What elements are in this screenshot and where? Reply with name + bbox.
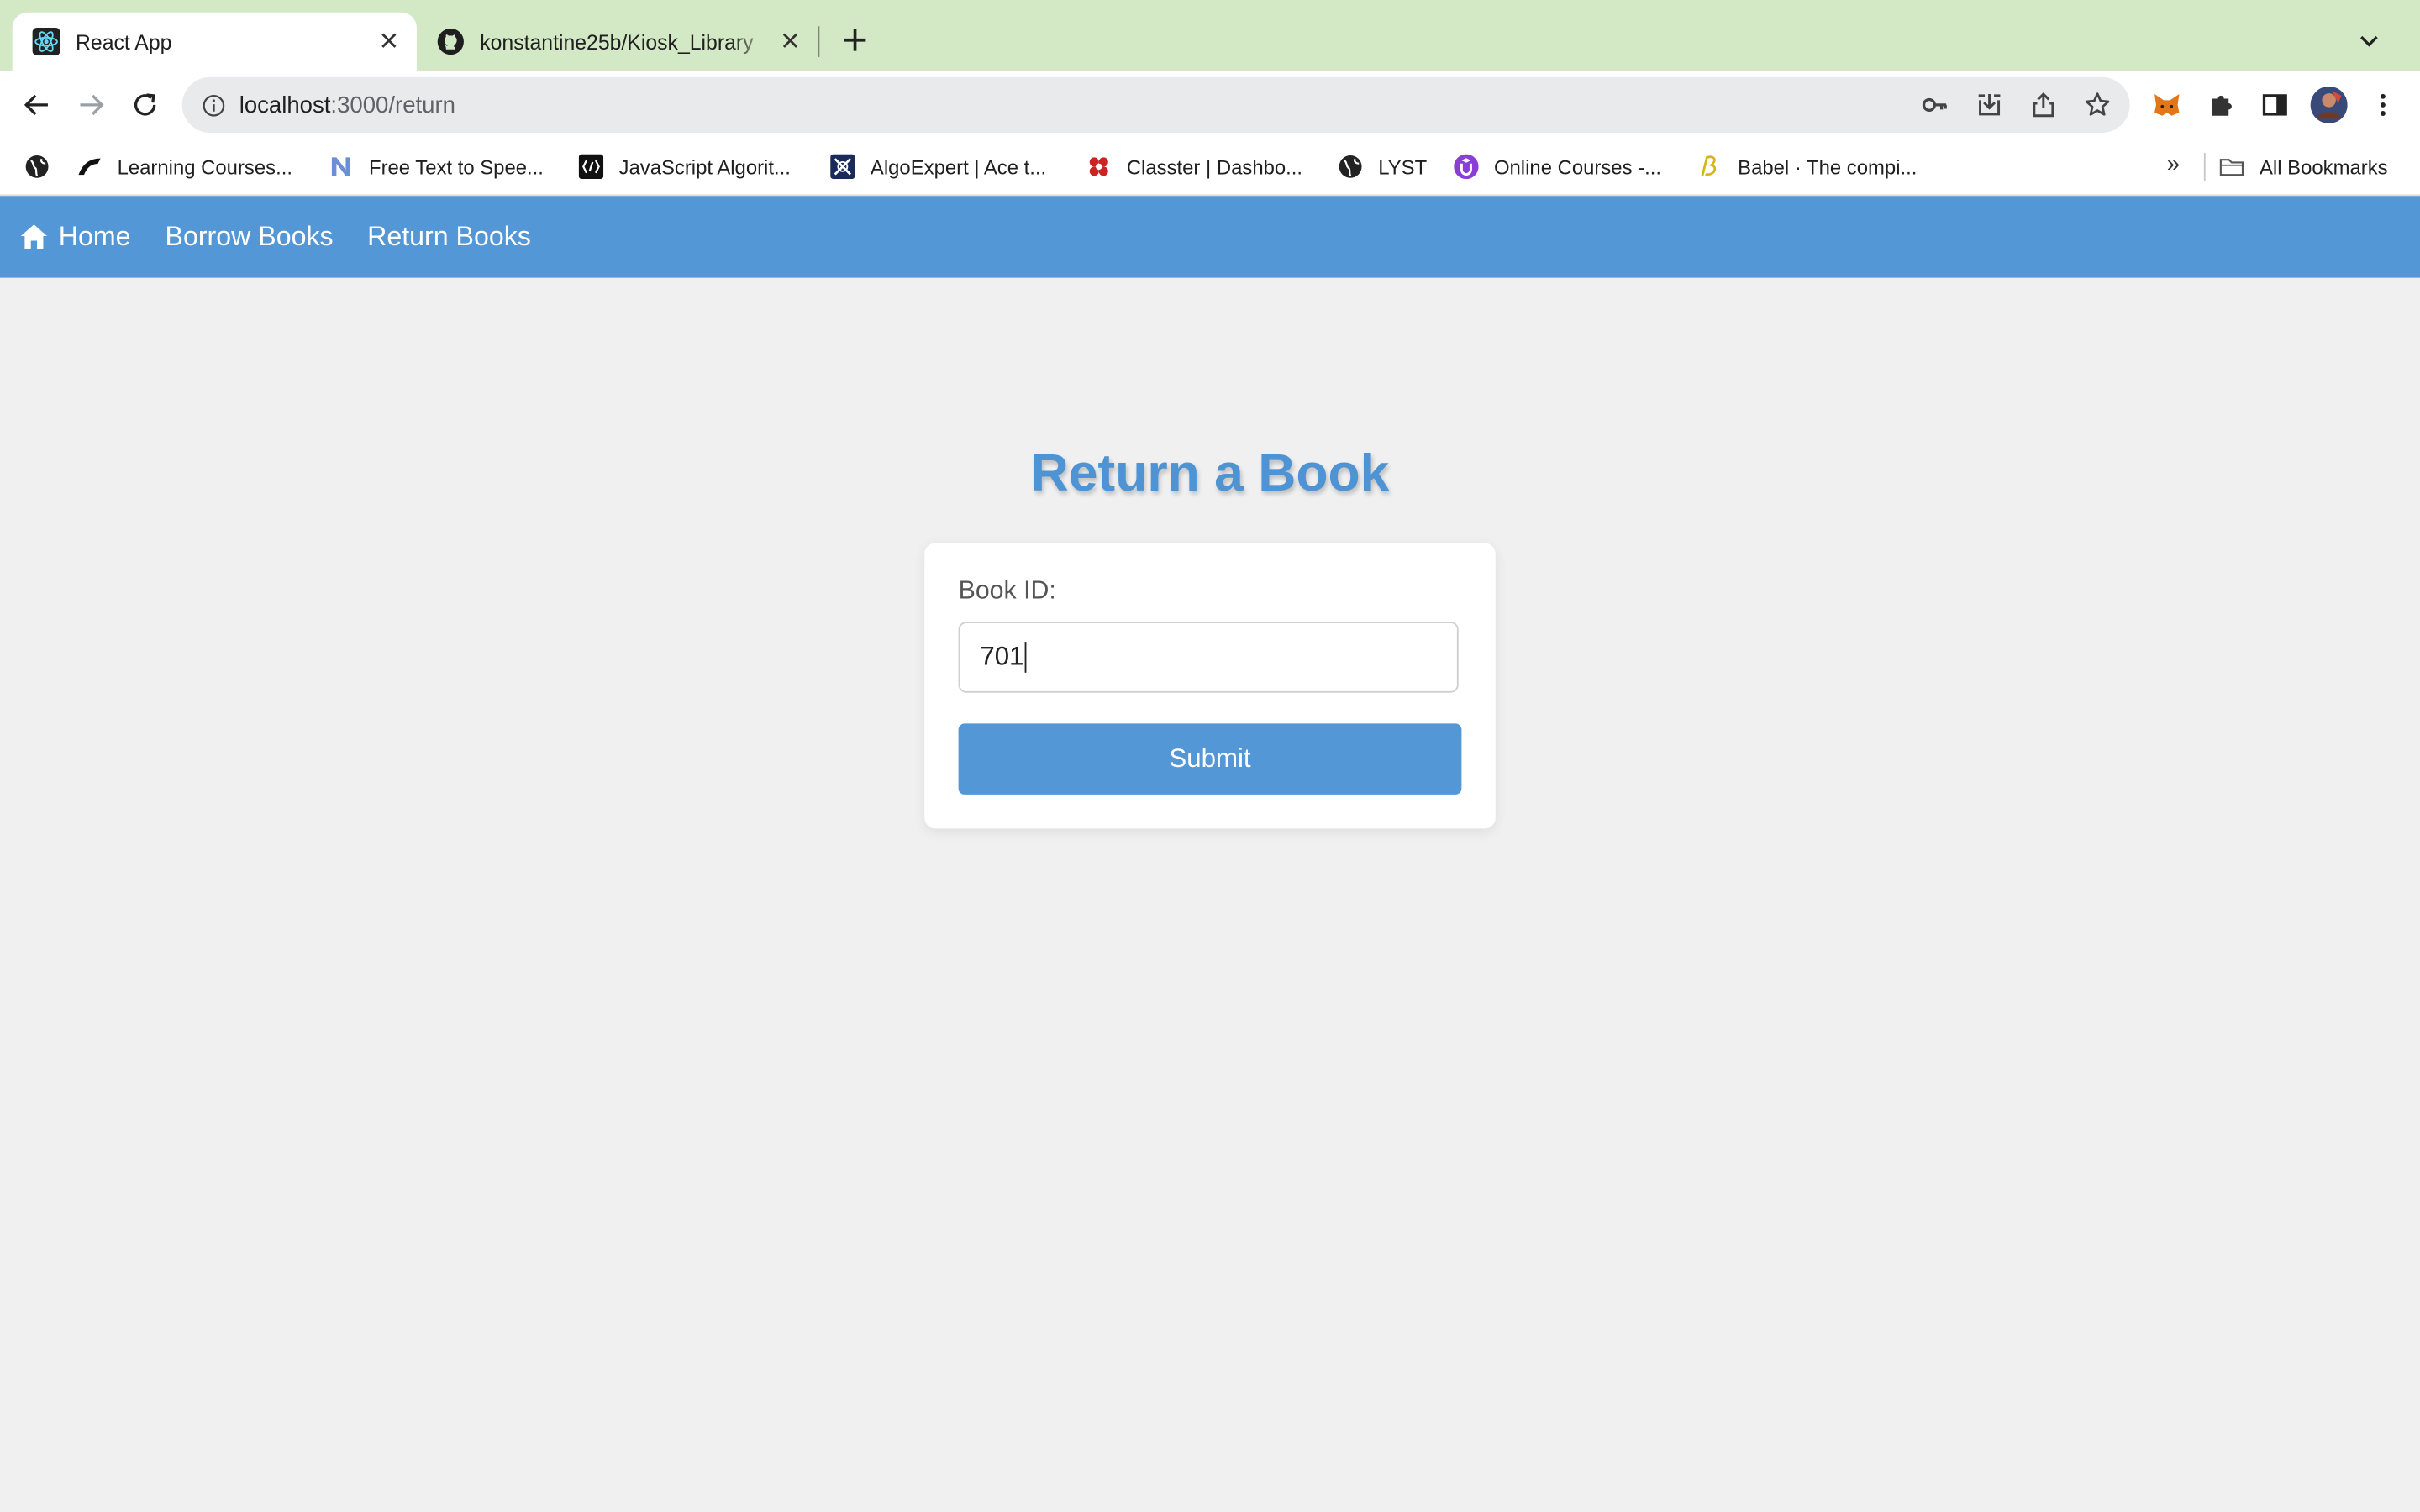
- extensions-puzzle-icon[interactable]: [2202, 87, 2239, 123]
- back-icon[interactable]: [18, 87, 55, 123]
- all-bookmarks-button[interactable]: All Bookmarks: [2219, 139, 2388, 194]
- tab-title: konstantine25b/Kiosk_Library: [480, 29, 754, 54]
- bookmarks-overflow-button[interactable]: »: [2167, 151, 2180, 177]
- bookmarks-bar: Learning Courses... Free Text to Spee...…: [0, 139, 2420, 197]
- globe-icon: [24, 155, 49, 179]
- bookmark-label: AlgoExpert | Ace t...: [870, 155, 1047, 179]
- nav-return-books-label: Return Books: [367, 220, 531, 252]
- home-icon: [18, 222, 50, 251]
- forward-icon[interactable]: [72, 87, 109, 123]
- tab-strip: React App ✕ konstantine25b/Kiosk_Library…: [0, 0, 2420, 71]
- bookmark-label: Online Courses -...: [1493, 155, 1662, 179]
- bookmark-learning-courses[interactable]: Learning Courses...: [77, 139, 292, 194]
- side-panel-icon[interactable]: [2256, 87, 2293, 123]
- tab-github[interactable]: konstantine25b/Kiosk_Library ✕: [417, 13, 818, 71]
- share-icon[interactable]: [2027, 88, 2060, 122]
- bookmark-free-text-to-speech[interactable]: Free Text to Spee...: [329, 139, 544, 194]
- submit-button[interactable]: Submit: [958, 723, 1462, 795]
- page-title: Return a Book: [1030, 444, 1390, 503]
- browser-menu-icon[interactable]: [2365, 87, 2402, 123]
- return-book-form: Book ID: 701 Submit: [924, 543, 1496, 829]
- classter-icon: [1086, 155, 1111, 179]
- nav-return-books-link[interactable]: Return Books: [367, 196, 531, 277]
- site-info-icon[interactable]: [201, 92, 225, 117]
- bookmark-globe[interactable]: [24, 139, 65, 194]
- bookmark-label: Classter | Dashbo...: [1126, 155, 1303, 179]
- bookmark-javascript-algorithms[interactable]: JavaScript Algorit...: [578, 139, 791, 194]
- tab-search-chevron-icon[interactable]: [2352, 24, 2386, 57]
- url-text[interactable]: localhost:3000/return: [239, 92, 1918, 118]
- tab-title: React App: [76, 29, 172, 54]
- nav-borrow-books-label: Borrow Books: [165, 220, 334, 252]
- all-bookmarks-label: All Bookmarks: [2259, 155, 2388, 179]
- bookmark-lyst[interactable]: LYST: [1338, 139, 1427, 194]
- code-icon: [578, 154, 604, 180]
- url-host: localhost: [239, 92, 331, 118]
- bookmark-online-courses[interactable]: Online Courses -...: [1454, 139, 1661, 194]
- bookmark-star-icon[interactable]: [2081, 88, 2114, 122]
- tab-react-app[interactable]: React App ✕: [12, 12, 417, 71]
- bookmark-algoexpert[interactable]: AlgoExpert | Ace t...: [830, 139, 1046, 194]
- nav-borrow-books-link[interactable]: Borrow Books: [166, 196, 334, 277]
- book-id-label: Book ID:: [958, 576, 1056, 606]
- react-icon: [32, 28, 60, 56]
- book-id-value: 701: [980, 642, 1024, 671]
- url-path: :3000/return: [330, 92, 456, 118]
- browser-window: React App ✕ konstantine25b/Kiosk_Library…: [0, 0, 2420, 1512]
- academy-icon: [77, 155, 102, 179]
- close-tab-icon[interactable]: ✕: [775, 26, 806, 57]
- bookmark-label: Babel · The compi...: [1738, 155, 1918, 179]
- tab-divider: [818, 26, 820, 57]
- book-id-input[interactable]: 701: [958, 622, 1459, 693]
- bookmark-label: LYST: [1378, 155, 1428, 179]
- bookmark-classter[interactable]: Classter | Dashbo...: [1086, 139, 1302, 194]
- metamask-icon[interactable]: [2149, 87, 2186, 123]
- bookmark-label: Learning Courses...: [117, 155, 292, 179]
- new-tab-icon[interactable]: [838, 24, 871, 57]
- app-nav-bar: Home Borrow Books Return Books: [0, 196, 2420, 278]
- babel-icon: [1697, 155, 1722, 179]
- globe-icon: [1338, 155, 1362, 179]
- bookmark-label: JavaScript Algorit...: [618, 155, 791, 179]
- nav-home-label: Home: [58, 220, 131, 252]
- algoexpert-icon: [830, 154, 855, 180]
- udemy-icon: [1454, 154, 1479, 180]
- install-app-icon[interactable]: [1972, 88, 2006, 122]
- n-icon: [329, 155, 353, 179]
- github-icon: [437, 28, 465, 55]
- bookmarks-divider: [2203, 152, 2206, 181]
- folder-icon: [2219, 155, 2244, 179]
- close-tab-icon[interactable]: ✕: [373, 26, 404, 57]
- bookmark-babel[interactable]: Babel · The compi...: [1697, 139, 1917, 194]
- bookmark-label: Free Text to Spee...: [368, 155, 544, 179]
- address-bar[interactable]: localhost:3000/return: [182, 76, 2130, 133]
- profile-avatar[interactable]: [2310, 86, 2348, 123]
- reload-icon[interactable]: [127, 87, 164, 123]
- text-caret: [1025, 642, 1028, 673]
- nav-home-link[interactable]: Home: [18, 196, 131, 277]
- browser-toolbar: localhost:3000/return: [0, 71, 2420, 139]
- key-icon[interactable]: [1918, 88, 1952, 122]
